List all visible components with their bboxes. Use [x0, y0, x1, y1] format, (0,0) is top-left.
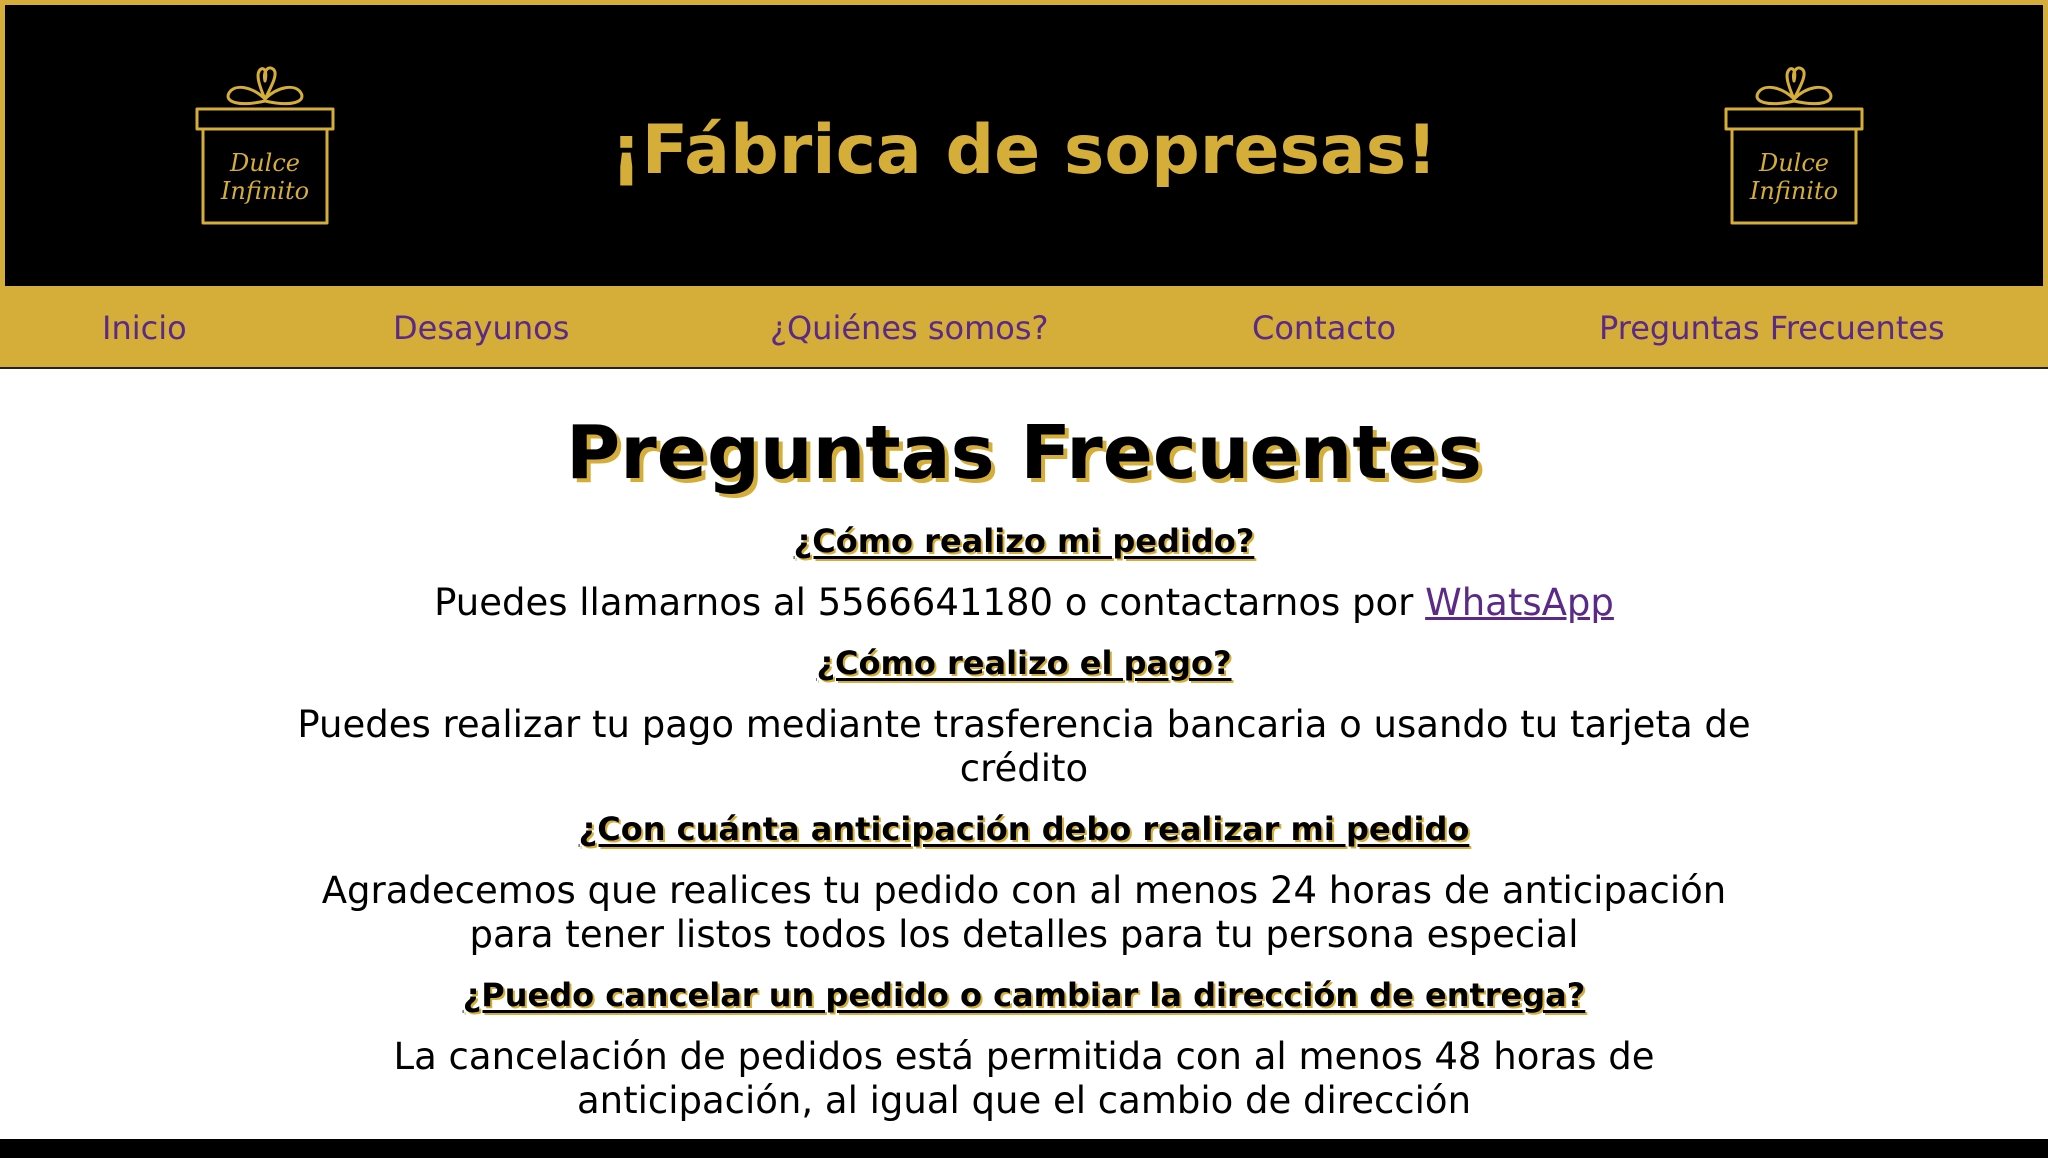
faq-question: ¿Cómo realizo mi pedido?	[793, 522, 1255, 560]
logo-text-line1: Dulce	[1758, 149, 1829, 177]
main-nav: Inicio Desayunos ¿Quiénes somos? Contact…	[0, 286, 2048, 369]
nav-item-preguntas-frecuentes[interactable]: Preguntas Frecuentes	[1599, 308, 1945, 348]
logo-text-line2: Infinito	[1749, 177, 1838, 205]
whatsapp-link[interactable]: WhatsApp	[1425, 581, 1614, 624]
footer-bar	[0, 1139, 2048, 1158]
nav-item-inicio[interactable]: Inicio	[102, 308, 187, 348]
faq-question: ¿Puedo cancelar un pedido o cambiar la d…	[462, 976, 1586, 1014]
faq-answer: Agradecemos que realices tu pedido con a…	[321, 869, 1727, 956]
faq-question: ¿Con cuánta anticipación debo realizar m…	[578, 810, 1470, 848]
nav-item-desayunos[interactable]: Desayunos	[393, 308, 569, 348]
gift-box-logo-icon: Dulce Infinito	[1724, 63, 1864, 225]
page-title: Preguntas Frecuentes	[566, 410, 1482, 496]
nav-item-contacto[interactable]: Contacto	[1252, 308, 1396, 348]
faq-answer: Puedes realizar tu pago mediante trasfer…	[297, 703, 1751, 790]
faq-answer-text: Puedes llamarnos al 5566641180 o contact…	[434, 581, 1426, 624]
faq-answer: Puedes llamarnos al 5566641180 o contact…	[280, 581, 1768, 625]
faq-answer: La cancelación de pedidos está permitida…	[393, 1035, 1655, 1122]
faq-section: Preguntas Frecuentes ¿Cómo realizo mi pe…	[0, 369, 2048, 1139]
faq-question: ¿Cómo realizo el pago?	[816, 644, 1232, 682]
site-header: Dulce Infinito ¡Fábrica de sopresas! Dul…	[0, 0, 2048, 286]
nav-item-quienes-somos[interactable]: ¿Quiénes somos?	[770, 308, 1049, 348]
